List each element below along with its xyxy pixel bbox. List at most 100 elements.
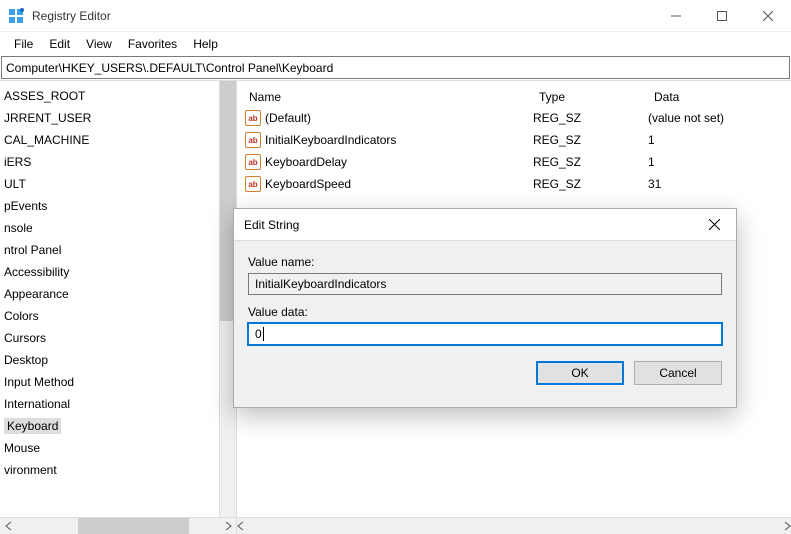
scroll-right-icon[interactable] <box>783 522 791 530</box>
window-controls <box>653 0 791 31</box>
cell-name: KeyboardDelay <box>265 155 533 169</box>
tree-body[interactable]: ASSES_ROOT JRRENT_USER CAL_MACHINE iERS ULT p… <box>0 81 236 517</box>
reg-string-icon: ab <box>245 176 261 192</box>
tree-pane: ASSES_ROOT JRRENT_USER CAL_MACHINE iERS ULT p… <box>0 81 237 534</box>
cell-data: 1 <box>648 155 791 169</box>
cell-name: (Default) <box>265 111 533 125</box>
list-row[interactable]: ab KeyboardDelayREG_SZ1 <box>237 151 791 173</box>
reg-string-icon: ab <box>245 132 261 148</box>
tree-item[interactable]: ASSES_ROOT <box>0 85 236 107</box>
list-header[interactable]: Name Type Data <box>237 81 791 107</box>
cancel-button-label: Cancel <box>659 366 696 380</box>
tree-item-label: JRRENT_USER <box>4 111 91 125</box>
scrollbar-thumb[interactable] <box>78 518 189 534</box>
menu-help[interactable]: Help <box>185 34 226 54</box>
value-name-label: Value name: <box>248 255 722 269</box>
tree-item[interactable]: Keyboard <box>0 415 236 437</box>
tree-item-label: CAL_MACHINE <box>4 133 89 147</box>
menu-file[interactable]: File <box>6 34 41 54</box>
cell-type: REG_SZ <box>533 133 648 147</box>
cell-name: KeyboardSpeed <box>265 177 533 191</box>
tree-item[interactable]: Appearance <box>0 283 236 305</box>
tree-item-label: ntrol Panel <box>4 243 61 257</box>
tree-item-label: Cursors <box>4 331 46 345</box>
ok-button[interactable]: OK <box>536 361 624 385</box>
tree-item[interactable]: Mouse <box>0 437 236 459</box>
window-titlebar: Registry Editor <box>0 0 791 32</box>
tree-item[interactable]: nsole <box>0 217 236 239</box>
tree-item-label: ASSES_ROOT <box>4 89 85 103</box>
dialog-body: Value name: Value data: 0 OK Cancel <box>234 241 736 397</box>
tree-item[interactable]: CAL_MACHINE <box>0 129 236 151</box>
address-bar[interactable]: Computer\HKEY_USERS\.DEFAULT\Control Pan… <box>1 56 790 79</box>
tree-item[interactable]: International <box>0 393 236 415</box>
list-horizontal-scrollbar[interactable] <box>237 517 791 534</box>
tree-item-label: Colors <box>4 309 39 323</box>
tree-item-label: pEvents <box>4 199 47 213</box>
tree-item-label: Keyboard <box>4 418 61 434</box>
tree-item[interactable]: iERS <box>0 151 236 173</box>
tree-item[interactable]: pEvents <box>0 195 236 217</box>
close-button[interactable] <box>745 0 791 31</box>
list-row[interactable]: ab (Default)REG_SZ(value not set) <box>237 107 791 129</box>
tree-item-label: vironment <box>4 463 57 477</box>
column-name[interactable]: Name <box>237 90 527 104</box>
tree-item[interactable]: JRRENT_USER <box>0 107 236 129</box>
tree-item[interactable]: Colors <box>0 305 236 327</box>
tree-item[interactable]: ntrol Panel <box>0 239 236 261</box>
cell-data: (value not set) <box>648 111 791 125</box>
tree-item[interactable]: Accessibility <box>0 261 236 283</box>
tree-item[interactable]: Input Method <box>0 371 236 393</box>
tree-item-label: iERS <box>4 155 31 169</box>
maximize-button[interactable] <box>699 0 745 31</box>
list-row[interactable]: abKeyboardSpeedREG_SZ31 <box>237 173 791 195</box>
menu-view[interactable]: View <box>78 34 120 54</box>
column-data[interactable]: Data <box>642 90 791 104</box>
tree-item-label: Desktop <box>4 353 48 367</box>
minimize-button[interactable] <box>653 0 699 31</box>
ok-button-label: OK <box>571 366 588 380</box>
menu-favorites[interactable]: Favorites <box>120 34 185 54</box>
tree-horizontal-scrollbar[interactable] <box>0 517 236 534</box>
value-data-label: Value data: <box>248 305 722 319</box>
tree-item-label: Appearance <box>4 287 69 301</box>
menu-bar: File Edit View Favorites Help <box>0 32 791 55</box>
column-type[interactable]: Type <box>527 90 642 104</box>
value-name-input[interactable] <box>248 273 722 295</box>
dialog-title: Edit String <box>244 218 702 232</box>
app-icon <box>8 8 24 24</box>
tree-item[interactable]: ULT <box>0 173 236 195</box>
reg-string-icon: ab <box>245 154 261 170</box>
dialog-titlebar[interactable]: Edit String <box>234 209 736 241</box>
tree-item-label: Input Method <box>4 375 74 389</box>
cell-type: REG_SZ <box>533 111 648 125</box>
value-data-text: 0 <box>255 327 262 341</box>
scroll-left-icon[interactable] <box>0 522 17 530</box>
cancel-button[interactable]: Cancel <box>634 361 722 385</box>
edit-string-dialog: Edit String Value name: Value data: 0 OK… <box>233 208 737 408</box>
value-data-input[interactable]: 0 <box>248 323 722 345</box>
dialog-close-button[interactable] <box>702 213 726 237</box>
tree-item-label: Mouse <box>4 441 40 455</box>
text-caret <box>263 327 264 341</box>
tree-item-label: nsole <box>4 221 33 235</box>
reg-string-icon: ab <box>245 110 261 126</box>
scroll-left-icon[interactable] <box>237 522 245 530</box>
cell-data: 31 <box>648 177 791 191</box>
list-row[interactable]: ab InitialKeyboardIndicatorsREG_SZ1 <box>237 129 791 151</box>
cell-name: InitialKeyboardIndicators <box>265 133 533 147</box>
tree-item[interactable]: vironment <box>0 459 236 481</box>
scrollbar-track[interactable] <box>17 518 219 534</box>
menu-edit[interactable]: Edit <box>41 34 78 54</box>
window-title: Registry Editor <box>32 9 653 23</box>
tree-item-label: Accessibility <box>4 265 69 279</box>
cell-type: REG_SZ <box>533 155 648 169</box>
tree-item-label: International <box>4 397 70 411</box>
address-text: Computer\HKEY_USERS\.DEFAULT\Control Pan… <box>6 61 333 75</box>
cell-data: 1 <box>648 133 791 147</box>
tree-item-label: ULT <box>4 177 26 191</box>
scroll-right-icon[interactable] <box>219 522 236 530</box>
tree-item[interactable]: Cursors <box>0 327 236 349</box>
dialog-button-row: OK Cancel <box>248 361 722 385</box>
tree-item[interactable]: Desktop <box>0 349 236 371</box>
